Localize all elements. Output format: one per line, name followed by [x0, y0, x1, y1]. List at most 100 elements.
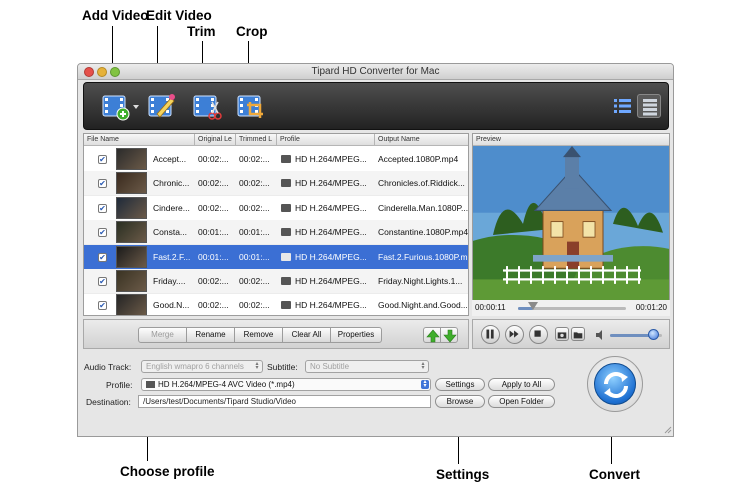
preview-header: Preview [473, 134, 669, 146]
arrow-down-icon [443, 329, 457, 343]
rename-button[interactable]: Rename [186, 327, 235, 343]
fast-forward-icon [509, 330, 519, 338]
file-list: File Name Original Le Trimmed L Profile … [83, 133, 469, 316]
trimmed-length-cell: 00:02:... [239, 154, 270, 164]
file-name-cell: Fast.2.F... [153, 251, 191, 262]
snapshot-button[interactable] [555, 327, 569, 341]
detail-view-icon [643, 99, 657, 116]
original-length-cell: 00:01:... [198, 251, 229, 262]
column-header-output-name[interactable]: Output Name [375, 134, 468, 146]
file-checkbox[interactable]: ✔ [98, 179, 107, 189]
file-action-bar: Merge Rename Remove Clear All Properties [83, 319, 469, 349]
hd-video-icon [281, 203, 291, 212]
film-edit-icon [148, 94, 175, 118]
output-name-cell: Chronicles.of.Riddick... [378, 178, 465, 189]
file-checkbox[interactable]: ✔ [98, 252, 107, 262]
file-row[interactable]: ✔ Consta... 00:01:... 00:01:... HD H.264/MPE… [84, 220, 468, 246]
move-down-button[interactable] [440, 327, 458, 343]
hd-video-icon [281, 155, 291, 163]
edit-video-button[interactable] [147, 92, 177, 122]
refresh-arrows-icon [604, 372, 628, 398]
profile-label: Profile: [106, 380, 133, 390]
subtitle-select[interactable]: No Subtitle ▴ ▾ [305, 360, 429, 373]
convert-button[interactable] [587, 356, 643, 412]
select-stepper-icon: ▴ ▾ [255, 361, 259, 371]
file-row[interactable]: ✔ Fast.2.F... 00:01:... 00:01:... HD H.264/M… [84, 244, 469, 270]
trim-button[interactable] [192, 92, 222, 122]
current-time: 00:00:11 [475, 303, 506, 312]
video-thumbnail [116, 294, 147, 315]
file-checkbox[interactable]: ✔ [98, 155, 107, 164]
crop-button[interactable] [236, 92, 266, 122]
browse-button[interactable]: Browse [435, 395, 485, 408]
profile-select[interactable]: HD H.264/MPEG-4 AVC Video (*.mp4) ▴ ▾ [141, 378, 431, 391]
output-name-cell: Good.Night.and.Good... [378, 300, 468, 311]
detail-view-button[interactable] [637, 94, 661, 118]
list-view-button[interactable] [611, 94, 635, 118]
hd-video-icon [146, 381, 155, 389]
video-thumbnail [116, 172, 147, 195]
output-name-cell: Accepted.1080P.mp4 [378, 154, 459, 164]
fast-forward-button[interactable] [505, 325, 524, 344]
output-settings: Audio Track: English wmapro 6 channels ▴… [78, 351, 673, 436]
file-checkbox[interactable]: ✔ [98, 228, 107, 238]
output-name-cell: Fast.2.Furious.1080P.mp4 [378, 251, 469, 262]
callout-crop: Crop [236, 24, 268, 39]
window-title: Tipard HD Converter for Mac [311, 66, 440, 77]
settings-button[interactable]: Settings [435, 378, 485, 391]
volume-handle[interactable] [648, 329, 660, 340]
clear-all-button[interactable]: Clear All [282, 327, 331, 343]
file-checkbox[interactable]: ✔ [98, 277, 107, 286]
column-header-trimmed-length[interactable]: Trimmed L [236, 134, 277, 146]
output-name-cell: Friday.Night.Lights.1... [378, 276, 463, 286]
column-header-file-name[interactable]: File Name [84, 134, 195, 146]
add-video-button[interactable] [101, 92, 131, 122]
stop-button[interactable] [529, 325, 548, 344]
stop-icon [534, 330, 541, 337]
file-name-cell: Chronic... [153, 178, 190, 189]
original-length-cell: 00:02:... [198, 276, 229, 286]
file-name-cell: Consta... [153, 227, 188, 238]
open-snapshot-folder-button[interactable] [571, 327, 585, 341]
properties-button[interactable]: Properties [330, 327, 382, 343]
original-length-cell: 00:02:... [198, 154, 229, 164]
select-stepper-icon: ▴ ▾ [421, 379, 429, 389]
file-row[interactable]: ✔ Accept... 00:02:... 00:02:... HD H.264/MPE… [84, 147, 468, 172]
add-video-dropdown-arrow-icon[interactable] [133, 105, 139, 109]
file-checkbox[interactable]: ✔ [98, 301, 107, 311]
column-header-profile[interactable]: Profile [277, 134, 375, 146]
pause-button[interactable] [481, 325, 500, 344]
open-folder-button[interactable]: Open Folder [488, 395, 555, 408]
main-toolbar [83, 82, 669, 130]
profile-value: HD H.264/MPEG-4 AVC Video (*.mp4) [158, 380, 295, 389]
original-length-cell: 00:02:... [198, 202, 229, 213]
trimmed-length-cell: 00:01:... [239, 251, 270, 262]
profile-cell: HD H.264/MPEG... [295, 300, 367, 311]
callout-settings: Settings [436, 467, 490, 482]
preview-panel: Preview [472, 133, 670, 316]
remove-button[interactable]: Remove [234, 327, 283, 343]
file-checkbox[interactable]: ✔ [98, 203, 107, 213]
merge-button[interactable]: Merge [138, 327, 187, 343]
playback-scrubber: 00:00:11 00:01:20 [472, 300, 670, 316]
audio-track-select[interactable]: English wmapro 6 channels ▴ ▾ [141, 360, 263, 373]
apply-to-all-button[interactable]: Apply to All [488, 378, 555, 391]
file-row[interactable]: ✔ Cindere... 00:02:... 00:02:... HD H.264/MP… [84, 196, 468, 221]
trimmed-length-cell: 00:01:... [239, 227, 270, 238]
destination-field[interactable]: /Users/test/Documents/Tipard Studio/Vide… [138, 395, 431, 408]
total-time: 00:01:20 [635, 303, 667, 312]
resize-grip-icon[interactable] [662, 424, 672, 434]
original-length-cell: 00:01:... [198, 227, 229, 238]
video-thumbnail [116, 245, 147, 268]
move-up-button[interactable] [423, 327, 441, 343]
file-row[interactable]: ✔ Chronic... 00:02:... 00:02:... HD H.264/MP… [84, 171, 468, 197]
trimmed-length-cell: 00:02:... [239, 202, 270, 213]
seek-handle[interactable] [528, 302, 539, 310]
trimmed-length-cell: 00:02:... [239, 178, 270, 189]
convert-icon-disc [594, 363, 636, 405]
file-row[interactable]: ✔ Friday.... 00:02:... 00:02:... HD H.264/MP… [84, 269, 468, 294]
subtitle-value: No Subtitle [310, 362, 350, 371]
column-header-original-length[interactable]: Original Le [195, 134, 236, 146]
file-row[interactable]: ✔ Good.N... 00:02:... 00:02:... HD H.264/MPE… [84, 293, 468, 315]
video-thumbnail [116, 221, 147, 244]
